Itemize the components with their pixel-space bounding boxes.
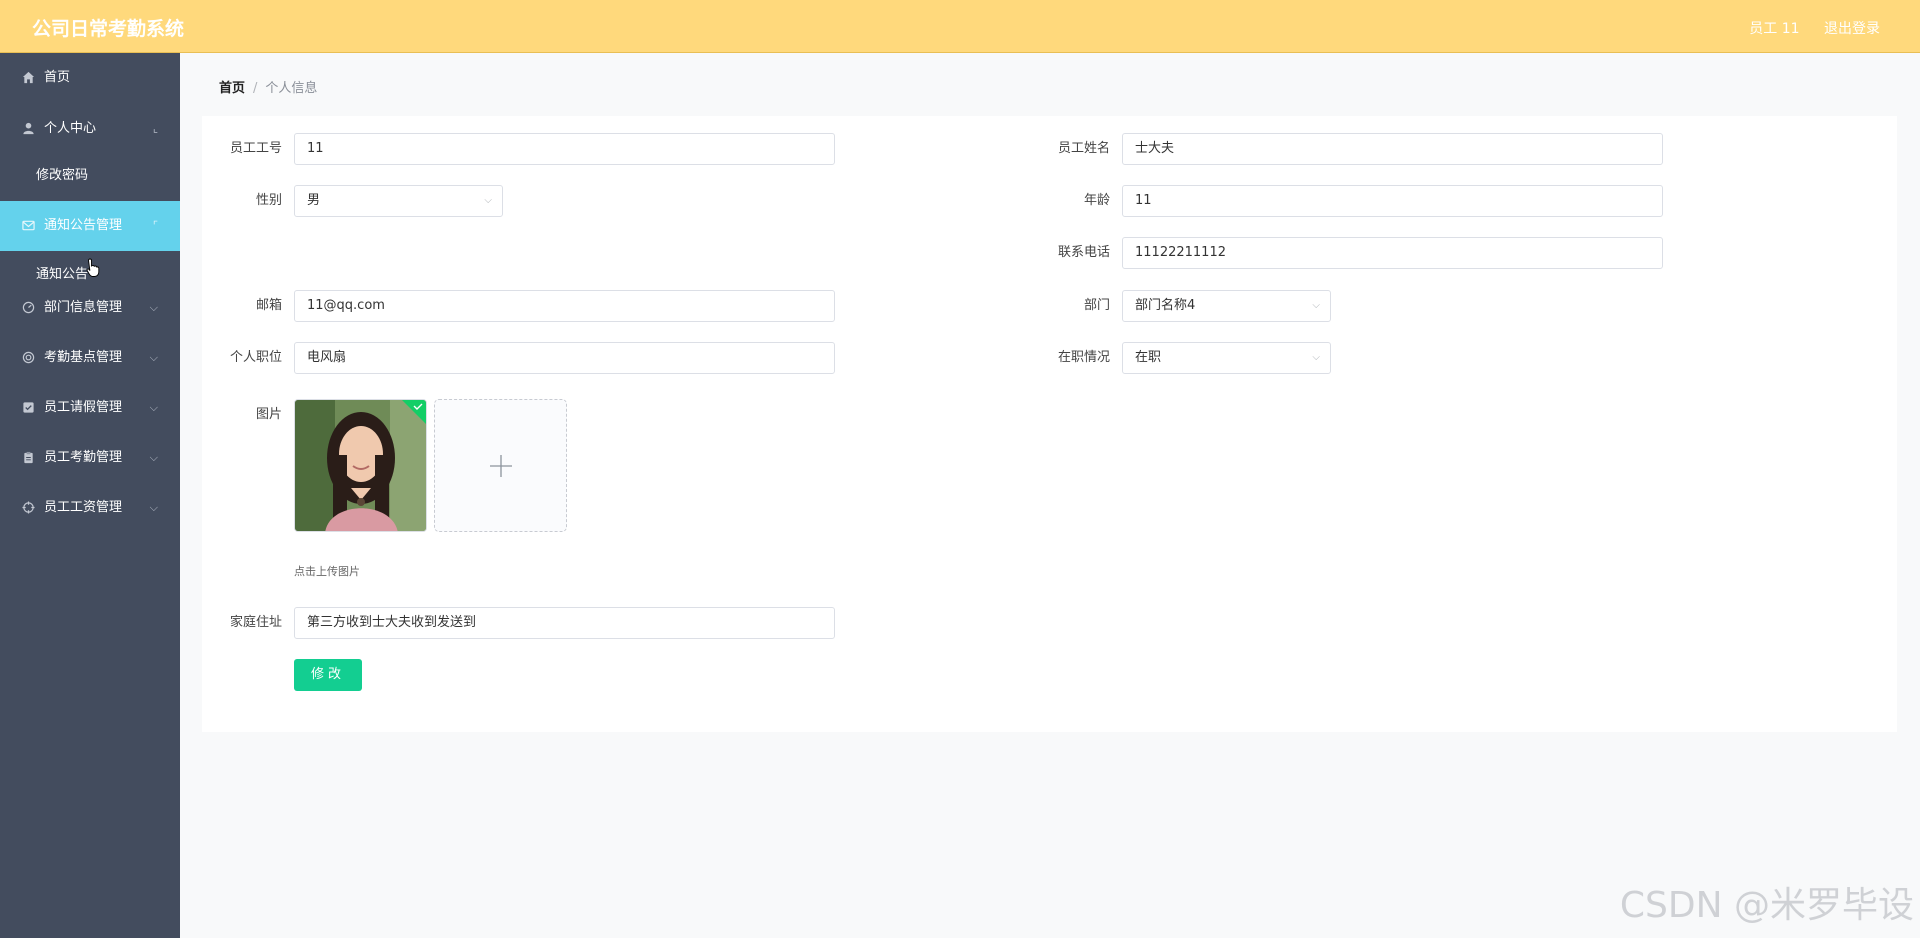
personal-info-form: 员工工号 11 员工姓名 士大夫 性别 男 ⌵ 年龄 11 联系电话 11122… [202,116,1897,732]
sidebar-item-label: 员工工资管理 [44,500,123,515]
employee-no-label: 员工工号 [229,141,282,156]
checkbox-icon [23,402,34,413]
chevron-down-icon: ⌵ [149,301,158,314]
submit-modify-button[interactable]: 修改 [294,659,362,691]
age-label: 年龄 [1083,193,1110,208]
phone-label: 联系电话 [1057,245,1110,260]
chevron-up-icon: ⌞ [152,122,158,135]
gauge-icon [22,301,35,314]
logout-link[interactable]: 退出登录 [1824,21,1880,37]
chevron-down-icon: ⌵ [1312,300,1320,311]
address-field[interactable]: 第三方收到士大夫收到发送到 [294,607,835,639]
email-label: 邮箱 [255,298,282,313]
department-select-value: 部门名称4 [1135,298,1196,313]
sidebar-item-leave-management[interactable]: 员工请假管理 ⌵ [0,383,180,433]
uploaded-photo-thumbnail[interactable] [294,399,427,532]
chevron-down-icon: ⌵ [149,351,158,364]
upload-photo-button[interactable] [434,399,567,532]
current-user-label: 员工 11 [1749,21,1800,37]
sidebar-item-label: 个人中心 [44,121,97,136]
top-header: 公司日常考勤系统 员工 11 退出登录 [0,0,1920,53]
sidebar-item-salary-management[interactable]: 员工工资管理 ⌵ [0,483,180,533]
sidebar-subitem-change-password[interactable]: 修改密码 [0,155,180,201]
sidebar-item-home[interactable]: 首页 [0,53,180,103]
sidebar-item-label: 通知公告管理 [44,218,123,233]
chevron-down-icon: ⌵ [149,451,158,464]
sidebar-item-personal-center[interactable]: 个人中心 ⌞ [0,103,180,155]
status-label: 在职情况 [1057,350,1110,365]
mouse-cursor-icon [86,258,100,277]
breadcrumb-current: 个人信息 [265,81,318,96]
email-field[interactable]: 11@qq.com [294,290,835,322]
employee-no-field[interactable]: 11 [294,133,835,165]
sidebar-item-label: 员工考勤管理 [44,450,123,465]
chevron-down-icon: ⌵ [1312,352,1320,363]
photo-label: 图片 [255,407,282,422]
clipboard-icon [24,451,33,464]
upload-success-check-icon [402,400,426,424]
chevron-up-icon: ⌜ [152,219,158,232]
chevron-down-icon: ⌵ [149,401,158,414]
sidebar-item-attendance-management[interactable]: 员工考勤管理 ⌵ [0,433,180,483]
sidebar-item-department-management[interactable]: 部门信息管理 ⌵ [0,283,180,333]
employee-name-field[interactable]: 士大夫 [1122,133,1663,165]
employee-name-label: 员工姓名 [1057,141,1110,156]
chevron-down-icon: ⌵ [149,501,158,514]
sidebar-subitem-label: 通知公告 [36,267,89,282]
phone-field[interactable]: 11122211112 [1122,237,1663,269]
status-select[interactable]: 在职 ⌵ [1122,342,1331,374]
plus-icon [490,455,512,477]
department-select[interactable]: 部门名称4 ⌵ [1122,290,1331,322]
address-label: 家庭住址 [229,615,282,630]
home-icon [22,71,35,84]
target-icon [22,351,35,364]
app-title: 公司日常考勤系统 [32,18,185,40]
age-field[interactable]: 11 [1122,185,1663,217]
user-icon [23,122,34,135]
position-field[interactable]: 电风扇 [294,342,835,374]
sidebar-item-label: 员工请假管理 [44,400,123,415]
status-select-value: 在职 [1135,350,1162,365]
main-content: 首页 / 个人信息 员工工号 11 员工姓名 士大夫 性别 男 ⌵ 年龄 11 联系… [180,53,1920,938]
sidebar-item-notice-management[interactable]: 通知公告管理 ⌜ [0,201,180,251]
chevron-down-icon: ⌵ [484,195,492,206]
mail-icon [22,220,35,231]
sidebar-subitem-label: 修改密码 [36,168,89,183]
csdn-watermark: CSDN @米罗毕设 [1619,885,1914,926]
gender-select[interactable]: 男 ⌵ [294,185,503,217]
header-user-area: 员工 11 退出登录 [1729,18,1880,38]
breadcrumb-home[interactable]: 首页 [219,81,245,96]
sidebar-item-label: 考勤基点管理 [44,350,123,365]
breadcrumb: 首页 / 个人信息 [219,77,317,96]
sidebar-item-label: 部门信息管理 [44,300,123,315]
sidebar: 首页 个人中心 ⌞ 修改密码 通知公告管理 ⌜ 通知公告 部门信息管理 ⌵ 考勤… [0,53,180,938]
sidebar-item-label: 首页 [44,70,71,85]
gender-select-value: 男 [307,193,321,208]
department-label: 部门 [1083,298,1110,313]
position-label: 个人职位 [229,350,282,365]
upload-hint: 点击上传图片 [294,565,360,578]
gender-label: 性别 [255,193,282,208]
crosshair-icon [22,501,35,514]
sidebar-item-attendance-base-management[interactable]: 考勤基点管理 ⌵ [0,333,180,383]
breadcrumb-separator: / [253,81,258,96]
